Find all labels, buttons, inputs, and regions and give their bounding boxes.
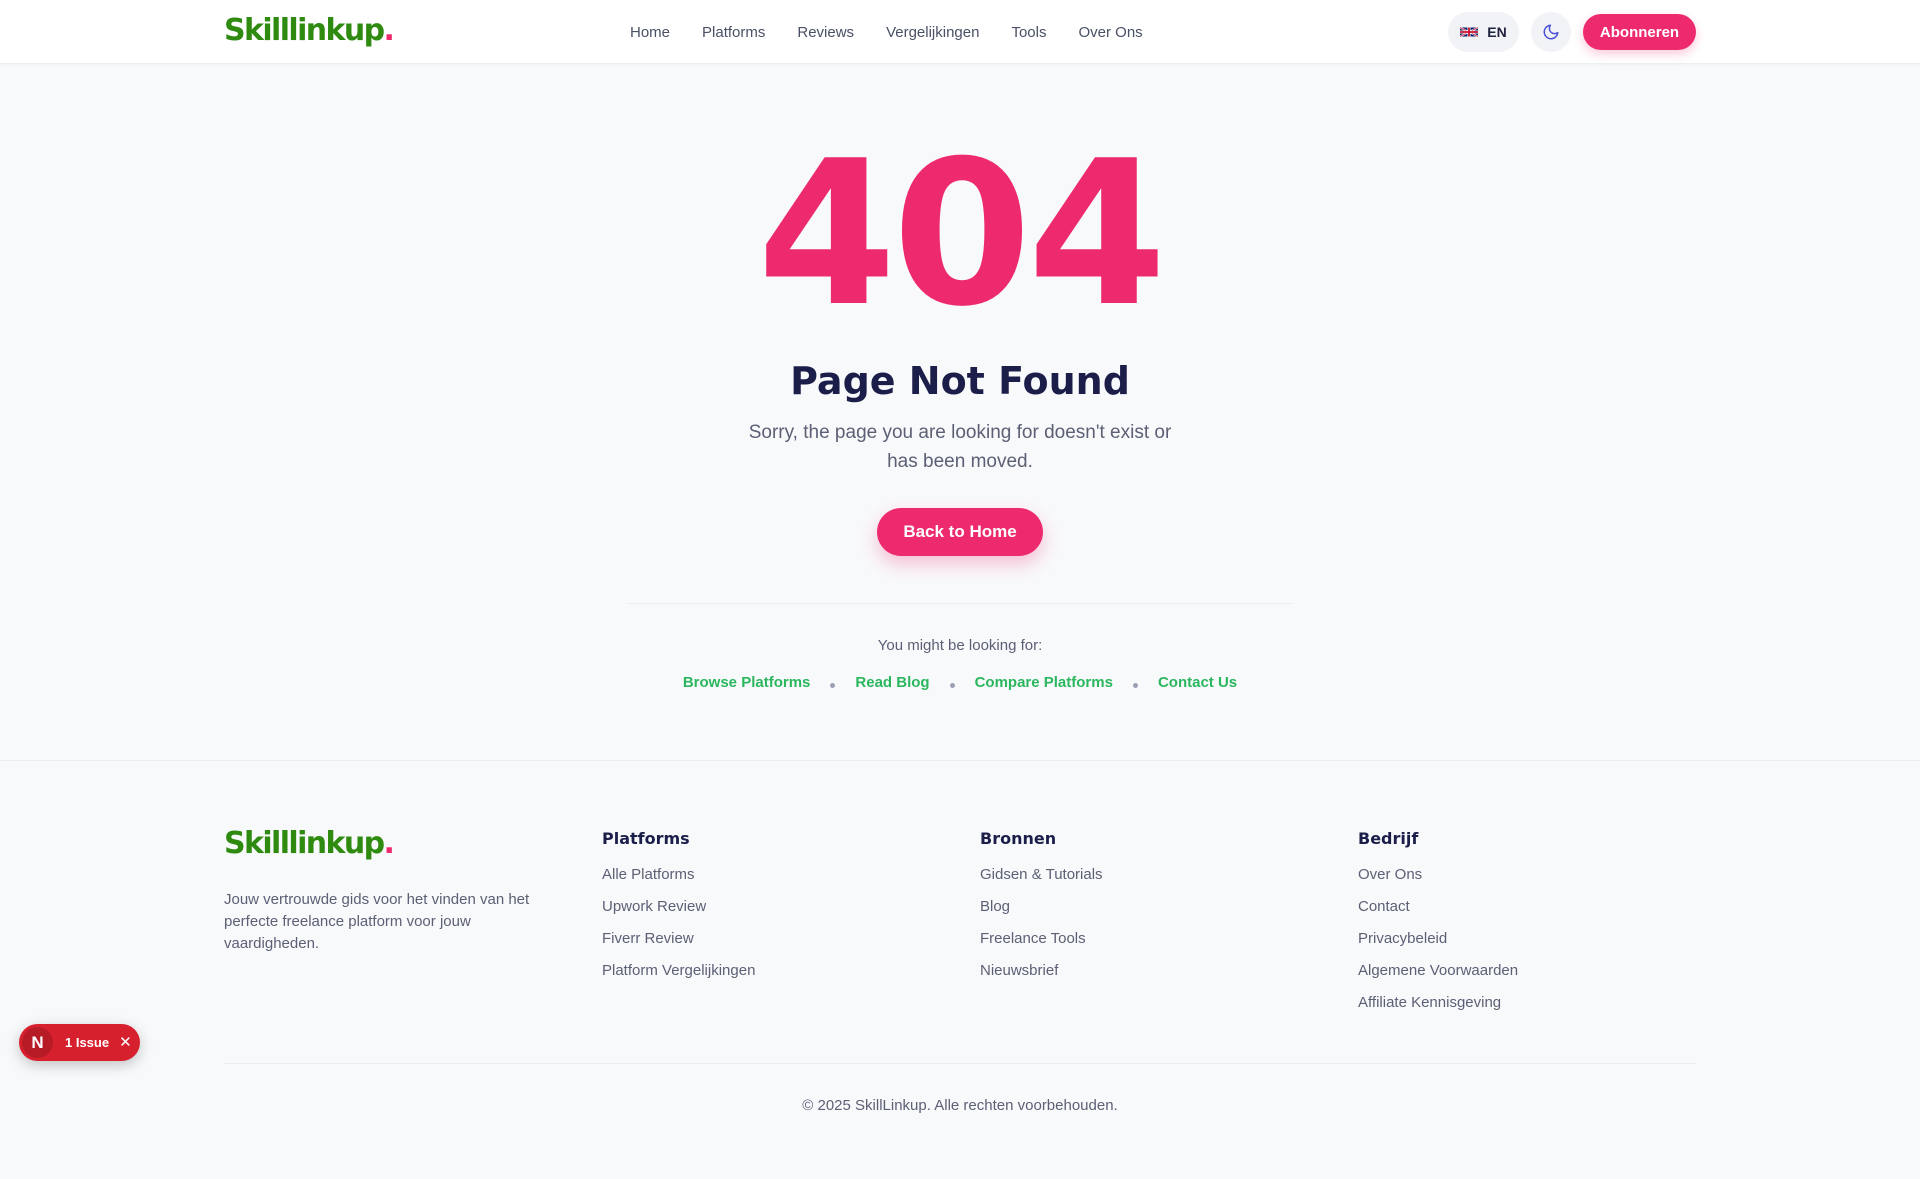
main-nav: Home Platforms Reviews Vergelijkingen To… — [630, 0, 1143, 64]
footer-link-contact[interactable]: Contact — [1358, 891, 1518, 923]
logo-text: Skilllinkup — [224, 13, 385, 48]
footer-col-title: Bedrijf — [1358, 829, 1419, 848]
page-title: Page Not Found — [790, 359, 1130, 403]
separator-dot — [830, 682, 836, 688]
language-switcher[interactable]: EN — [1448, 12, 1519, 52]
footer-link-affiliate-kennisgeving[interactable]: Affiliate Kennisgeving — [1358, 987, 1518, 1019]
compare-platforms-link[interactable]: Compare Platforms — [975, 674, 1113, 691]
footer-link-over-ons[interactable]: Over Ons — [1358, 859, 1518, 891]
footer-logo-dot: . — [383, 826, 395, 861]
nav-vergelijkingen[interactable]: Vergelijkingen — [886, 24, 979, 41]
nav-over-ons[interactable]: Over Ons — [1079, 24, 1143, 41]
site-logo[interactable]: Skilllinkup. — [224, 10, 395, 52]
moon-icon — [1543, 24, 1559, 40]
nav-home[interactable]: Home — [630, 24, 670, 41]
footer-about: Jouw vertrouwde gids voor het vinden van… — [224, 891, 530, 952]
logo-dot: . — [383, 13, 395, 48]
nextjs-icon: N — [22, 1027, 53, 1058]
error-code: 404 — [757, 118, 1166, 351]
footer-link-blog[interactable]: Blog — [980, 891, 1103, 923]
footer-link-upwork-review[interactable]: Upwork Review — [602, 891, 755, 923]
footer-link-platform-vergelijkingen[interactable]: Platform Vergelijkingen — [602, 955, 755, 987]
footer-link-gidsen-tutorials[interactable]: Gidsen & Tutorials — [980, 859, 1103, 891]
nav-platforms[interactable]: Platforms — [702, 24, 765, 41]
section-divider — [626, 603, 1294, 604]
theme-toggle-button[interactable] — [1531, 12, 1571, 52]
footer-logo-text: Skilllinkup — [224, 826, 385, 861]
footer-logo[interactable]: Skilllinkup. — [224, 823, 395, 865]
separator-dot — [1132, 682, 1138, 688]
footer-link-nieuwsbrief[interactable]: Nieuwsbrief — [980, 955, 1103, 987]
error-description: Sorry, the page you are looking for does… — [748, 422, 1172, 472]
nav-tools[interactable]: Tools — [1011, 24, 1046, 41]
suggestion-links: Browse Platforms Read Blog Compare Platf… — [0, 671, 1920, 693]
footer-link-alle-platforms[interactable]: Alle Platforms — [602, 859, 755, 891]
nav-reviews[interactable]: Reviews — [797, 24, 854, 41]
issue-count-label: 1 Issue — [65, 1035, 110, 1050]
contact-us-link[interactable]: Contact Us — [1158, 674, 1237, 691]
footer-link-fiverr-review[interactable]: Fiverr Review — [602, 923, 755, 955]
site-header: Skilllinkup. Home Platforms Reviews Verg… — [0, 0, 1920, 64]
footer-col-platforms: Platforms Alle Platforms Upwork Review F… — [602, 829, 755, 987]
footer-divider — [224, 1063, 1696, 1064]
dev-issues-badge[interactable]: N 1 Issue ✕ — [19, 1024, 140, 1061]
footer-link-privacybeleid[interactable]: Privacybeleid — [1358, 923, 1518, 955]
footer-col-bedrijf: Bedrijf Over Ons Contact Privacybeleid A… — [1358, 829, 1518, 1019]
footer-col-title: Platforms — [602, 829, 690, 848]
read-blog-link[interactable]: Read Blog — [855, 674, 929, 691]
footer-col-title: Bronnen — [980, 829, 1057, 848]
browse-platforms-link[interactable]: Browse Platforms — [683, 674, 811, 691]
footer-col-bronnen: Bronnen Gidsen & Tutorials Blog Freelanc… — [980, 829, 1103, 987]
site-footer: Skilllinkup. Jouw vertrouwde gids voor h… — [0, 760, 1920, 1179]
suggestions-hint: You might be looking for: — [877, 637, 1043, 654]
uk-flag-icon — [1460, 26, 1479, 38]
separator-dot — [949, 682, 955, 688]
close-icon[interactable]: ✕ — [119, 1035, 132, 1050]
language-label: EN — [1487, 24, 1507, 40]
copyright-text: © 2025 SkillLinkup. Alle rechten voorbeh… — [802, 1097, 1118, 1114]
footer-link-algemene-voorwaarden[interactable]: Algemene Voorwaarden — [1358, 955, 1518, 987]
subscribe-button[interactable]: Abonneren — [1583, 14, 1696, 50]
footer-link-freelance-tools[interactable]: Freelance Tools — [980, 923, 1103, 955]
back-to-home-button[interactable]: Back to Home — [877, 508, 1043, 556]
